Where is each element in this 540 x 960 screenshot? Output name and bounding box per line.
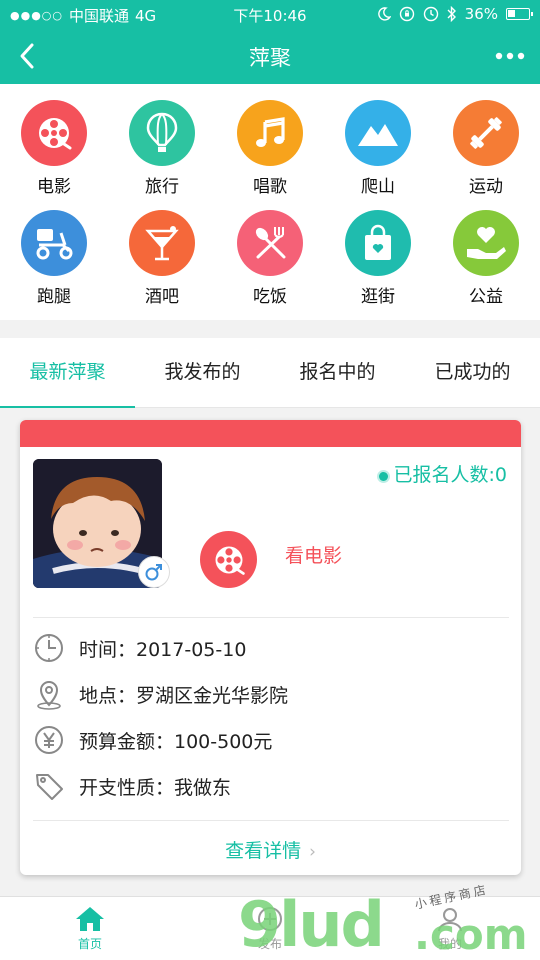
page-title: 萍聚 <box>249 46 291 70</box>
category-charity[interactable]: 公益 <box>436 194 536 307</box>
info-row-budget: 预算金额：100-500元 <box>33 722 272 758</box>
tab-my-posts[interactable]: 我发布的 <box>135 338 270 408</box>
category-bar[interactable]: 酒吧 <box>112 194 212 307</box>
home-icon <box>76 907 104 931</box>
tabbar-mine[interactable]: 我的 <box>360 905 540 952</box>
tab-signing-up[interactable]: 报名中的 <box>270 338 405 408</box>
heart-hand-icon <box>453 210 519 276</box>
film-reel-icon <box>200 531 257 588</box>
nav-bar: 萍聚 <box>0 28 540 84</box>
divider <box>33 820 509 821</box>
card-header-band <box>20 420 521 447</box>
dumbbell-icon <box>453 100 519 166</box>
info-text: 地点：罗湖区金光华影院 <box>79 684 289 707</box>
tabbar-label: 我的 <box>437 937 462 951</box>
category-movie[interactable]: 电影 <box>4 84 104 197</box>
location-pin-icon <box>37 681 61 710</box>
mountain-icon <box>345 100 411 166</box>
info-text: 预算金额：100-500元 <box>79 730 273 753</box>
alarm-icon <box>423 6 438 22</box>
male-gender-icon <box>138 556 170 588</box>
enrolled-count: 已报名人数:0 <box>378 460 508 487</box>
info-row-location: 地点：罗湖区金光华影院 <box>33 676 288 712</box>
category-label: 跑腿 <box>37 287 71 307</box>
filter-tabs: 最新萍聚 我发布的 报名中的 已成功的 <box>0 338 540 408</box>
category-label: 逛街 <box>361 287 395 307</box>
category-travel[interactable]: 旅行 <box>112 84 212 197</box>
info-text: 开支性质：我做东 <box>79 776 232 799</box>
category-grid: 电影 旅行 唱歌 爬山 运动 跑腿 酒吧 吃饭 逛街 公益 <box>0 84 540 320</box>
info-row-time: 时间：2017-05-10 <box>33 630 246 666</box>
category-label: 酒吧 <box>145 287 179 307</box>
enrolled-count-text: 已报名人数:0 <box>393 464 508 486</box>
bottom-tab-bar: 首页 发布 我的 <box>0 896 540 960</box>
category-label: 公益 <box>469 287 503 307</box>
shopping-bag-icon <box>345 210 411 276</box>
price-tag-icon <box>36 774 63 800</box>
film-reel-icon <box>21 100 87 166</box>
status-right: 36% <box>377 5 533 23</box>
view-details-link[interactable]: 查看详情 › <box>20 836 521 863</box>
category-singing[interactable]: 唱歌 <box>220 84 320 197</box>
battery-icon <box>506 8 533 20</box>
user-icon <box>438 908 462 932</box>
event-card[interactable]: 已报名人数:0 看电影 时间：2017-05-10 地点：罗湖区金光华影院 预算… <box>20 420 521 875</box>
tab-successful[interactable]: 已成功的 <box>405 338 540 408</box>
clock-icon <box>35 634 63 662</box>
info-text: 时间：2017-05-10 <box>79 638 247 661</box>
bluetooth-icon <box>447 6 456 22</box>
status-bar: ●●●○○ 中国联通 4G 下午10:46 36% <box>0 0 540 28</box>
tabbar-label: 首页 <box>77 937 102 951</box>
tabbar-home[interactable]: 首页 <box>0 905 180 952</box>
more-icon[interactable] <box>492 42 528 70</box>
fork-spoon-icon <box>237 210 303 276</box>
battery-percent: 36% <box>464 5 498 23</box>
status-dot-icon <box>378 472 388 481</box>
category-label: 吃饭 <box>253 287 287 307</box>
category-hiking[interactable]: 爬山 <box>328 84 428 197</box>
activity-name: 看电影 <box>285 545 343 567</box>
add-icon <box>258 907 282 931</box>
tabbar-publish[interactable]: 发布 <box>180 905 360 952</box>
rotation-lock-icon <box>399 6 414 22</box>
category-sports[interactable]: 运动 <box>436 84 536 197</box>
cocktail-icon <box>129 210 195 276</box>
divider <box>33 617 509 618</box>
chevron-right-icon: › <box>309 842 316 862</box>
info-row-expense-type: 开支性质：我做东 <box>33 768 231 804</box>
tab-latest[interactable]: 最新萍聚 <box>0 338 135 408</box>
category-dining[interactable]: 吃饭 <box>220 194 320 307</box>
moon-icon <box>377 7 391 21</box>
music-note-icon <box>237 100 303 166</box>
tabbar-label: 发布 <box>257 937 282 951</box>
category-shopping[interactable]: 逛街 <box>328 194 428 307</box>
scooter-icon <box>21 210 87 276</box>
yuan-coin-icon <box>35 726 63 754</box>
hot-air-balloon-icon <box>129 100 195 166</box>
view-details-label: 查看详情 <box>225 840 302 862</box>
category-errand[interactable]: 跑腿 <box>4 194 104 307</box>
